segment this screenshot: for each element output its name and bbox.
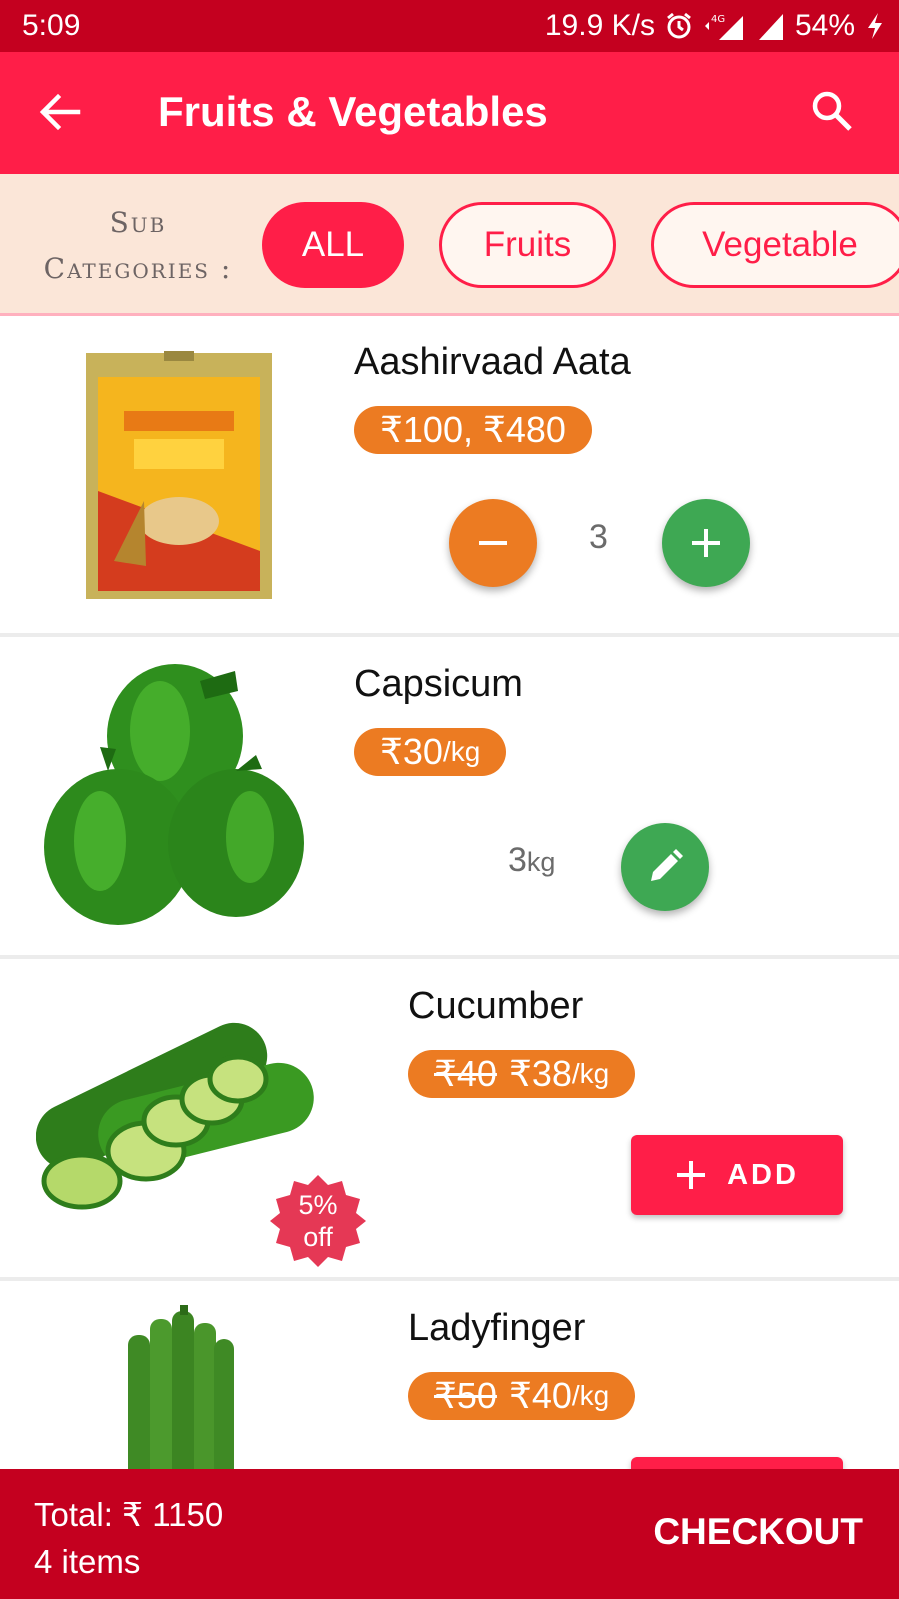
discount-off: off [303, 1222, 333, 1252]
network-speed: 19.9 K/s [544, 9, 655, 42]
atta-package-image [84, 351, 274, 601]
add-button-label: ADD [727, 1158, 799, 1191]
cart-item-count: 4 items [34, 1543, 141, 1580]
app-bar: Fruits & Vegetables [0, 52, 899, 174]
plus-icon [677, 1161, 706, 1189]
product-card-aashirvaad-aata[interactable]: Aashirvaad Aata ₹100, ₹480 3 [0, 319, 899, 637]
cart-summary: Total: ₹ 1150 4 items [34, 1491, 223, 1585]
status-bar: 5:09 19.9 K/s 4G 54% [0, 0, 899, 52]
product-name: Aashirvaad Aata [354, 341, 631, 383]
increase-quantity-button[interactable] [662, 499, 750, 587]
product-name: Ladyfinger [408, 1307, 586, 1349]
price-unit: /kg [442, 736, 481, 767]
price-value: ₹100, ₹480 [380, 409, 566, 450]
subcategory-label: Sub Categories : [28, 200, 248, 292]
arrow-back-icon[interactable] [38, 90, 82, 134]
battery-level: 54% [794, 9, 855, 42]
cart-total: Total: ₹ 1150 [34, 1496, 224, 1533]
plus-icon [692, 529, 720, 557]
network-type-label: 4G [711, 14, 725, 25]
discount-text: 5% off [270, 1189, 366, 1253]
quantity-value: 3 [508, 841, 527, 879]
subcategory-label-line2: Categories : [43, 252, 233, 285]
product-name: Cucumber [408, 985, 584, 1027]
subcategory-label-line1: Sub [109, 206, 167, 239]
alarm-icon [665, 12, 693, 40]
chip-fruits[interactable]: Fruits [439, 202, 616, 288]
search-icon[interactable] [809, 88, 855, 134]
original-price: ₹50 [434, 1375, 497, 1416]
price-badge: ₹40 ₹38/kg [408, 1050, 636, 1098]
subcategory-bar: Sub Categories : ALL Fruits Vegetable [0, 174, 899, 316]
page-title: Fruits & Vegetables [158, 88, 548, 135]
edit-quantity-button[interactable] [621, 823, 709, 911]
cart-summary-bar: Total: ₹ 1150 4 items CHECKOUT [0, 1469, 899, 1599]
add-to-cart-button[interactable] [631, 1457, 843, 1469]
checkout-button[interactable]: CHECKOUT [653, 1511, 863, 1553]
pencil-icon [651, 849, 683, 881]
signal-4g-icon: 4G [703, 12, 747, 40]
price-badge: ₹30/kg [354, 728, 507, 776]
discount-badge: 5% off [270, 1173, 366, 1269]
price-badge: ₹50 ₹40/kg [408, 1372, 636, 1420]
discount-percent: 5% [298, 1190, 338, 1220]
status-icons: 19.9 K/s 4G 54% [545, 9, 885, 43]
chip-vegetable[interactable]: Vegetable [651, 202, 899, 288]
capsicum-image [40, 651, 310, 933]
price-badge: ₹100, ₹480 [354, 406, 592, 454]
charging-icon [865, 11, 885, 41]
product-card-capsicum[interactable]: Capsicum ₹30/kg 3kg [0, 641, 899, 959]
price-unit: /kg [571, 1058, 610, 1089]
minus-icon [479, 541, 507, 545]
price-value: ₹30 [380, 731, 443, 772]
product-card-ladyfinger[interactable]: Ladyfinger ₹50 ₹40/kg [0, 1285, 899, 1469]
quantity-unit: kg [526, 847, 556, 877]
quantity-display: 3kg [508, 841, 555, 880]
original-price: ₹40 [434, 1053, 497, 1094]
price-value: ₹38 [508, 1053, 572, 1094]
price-unit: /kg [571, 1380, 610, 1411]
product-list[interactable]: Aashirvaad Aata ₹100, ₹480 3 Capsicum ₹3… [0, 319, 899, 1469]
signal-icon [757, 12, 785, 40]
quantity-value: 3 [589, 518, 608, 556]
ladyfinger-image [120, 1305, 240, 1469]
price-value: ₹40 [508, 1375, 572, 1416]
decrease-quantity-button[interactable] [449, 499, 537, 587]
product-name: Capsicum [354, 663, 523, 705]
status-time: 5:09 [22, 9, 81, 42]
chip-all[interactable]: ALL [262, 202, 404, 288]
add-to-cart-button[interactable]: ADD [631, 1135, 843, 1215]
product-card-cucumber[interactable]: 5% off Cucumber ₹40 ₹38/kg ADD [0, 963, 899, 1281]
